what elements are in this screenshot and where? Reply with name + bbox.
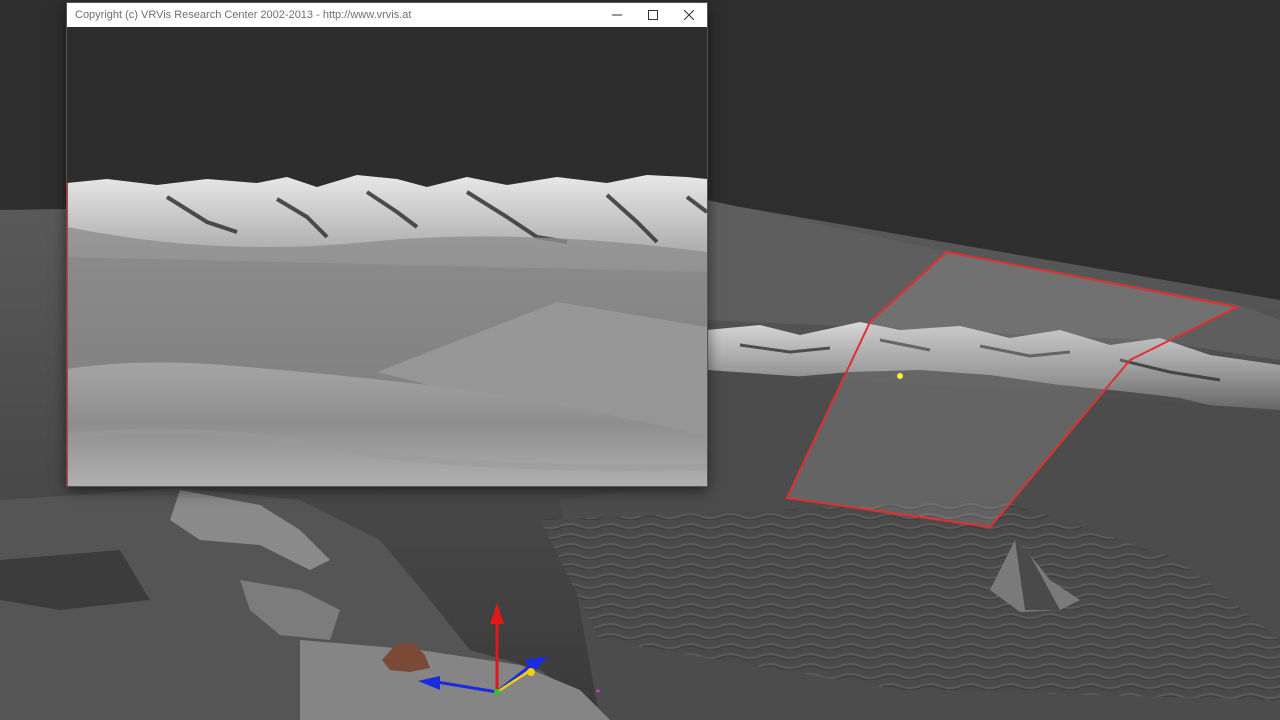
camera-viewport[interactable] <box>67 27 707 486</box>
close-icon[interactable] <box>671 3 707 27</box>
render-window[interactable]: Copyright (c) VRVis Research Center 2002… <box>67 3 707 486</box>
maximize-icon[interactable] <box>635 3 671 27</box>
minimize-icon[interactable] <box>599 3 635 27</box>
window-title: Copyright (c) VRVis Research Center 2002… <box>75 9 412 21</box>
pick-point <box>897 373 903 379</box>
window-titlebar[interactable]: Copyright (c) VRVis Research Center 2002… <box>67 3 707 27</box>
